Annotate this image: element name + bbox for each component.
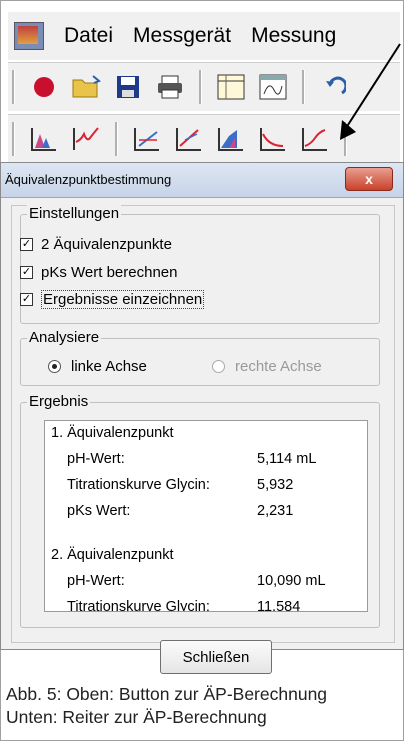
result-heading-2: 2. Äquivalenzpunkt (51, 547, 174, 563)
slope-button[interactable] (172, 122, 206, 156)
tangent-icon (134, 128, 159, 151)
record-button[interactable] (27, 70, 61, 104)
curve-chart-icon (73, 127, 99, 150)
analyze-legend: Analysiere (27, 329, 102, 346)
curve-chart-button[interactable] (69, 122, 103, 156)
slope-icon (176, 128, 201, 151)
checkbox-label: Ergebnisse einzeichnen (41, 290, 205, 309)
chart-view-button[interactable] (256, 70, 290, 104)
filled-chart-icon (218, 128, 243, 151)
dialog-title: Äquivalenzpunktbestimmung (5, 172, 172, 187)
record-icon (34, 77, 54, 97)
dialog-close-button[interactable]: x (345, 167, 393, 191)
result-value: 2,231 (257, 503, 294, 519)
settings-legend: Einstellungen (27, 205, 122, 222)
table-icon (217, 74, 245, 100)
printer-icon (158, 75, 182, 99)
save-icon (117, 76, 139, 98)
print-button[interactable] (153, 70, 187, 104)
result-label: pH-Wert: (67, 573, 125, 589)
menu-datei[interactable]: Datei (54, 24, 123, 48)
radio-unselected-icon[interactable] (212, 360, 225, 373)
result-label: Titrationskurve Glycin: (67, 477, 210, 493)
result-legend: Ergebnis (27, 393, 91, 410)
radio-left-axis[interactable]: linke Achse (48, 358, 147, 375)
chart-window-icon (259, 74, 287, 100)
folder-open-icon (72, 75, 101, 98)
toolbar-separator (12, 70, 15, 104)
radio-label: linke Achse (71, 358, 147, 375)
result-value: 5,932 (257, 477, 294, 493)
close-icon: x (365, 171, 373, 187)
toolbar-separator (199, 70, 202, 104)
open-button[interactable] (69, 70, 103, 104)
tangent-button[interactable] (130, 122, 164, 156)
result-value: 5,114 mL (257, 451, 317, 467)
checkbox-label: 2 Äquivalenzpunkte (41, 236, 172, 253)
checkbox-checked-icon[interactable]: ✓ (20, 293, 33, 306)
result-label: pH-Wert: (67, 451, 125, 467)
checkbox-checked-icon[interactable]: ✓ (20, 238, 33, 251)
menu-messgeraet[interactable]: Messgerät (123, 24, 241, 48)
checkbox-draw-results[interactable]: ✓ Ergebnisse einzeichnen (20, 290, 205, 309)
toolbar-separator (12, 122, 15, 156)
radio-label: rechte Achse (235, 358, 322, 375)
checkbox-two-equivalence-points[interactable]: ✓ 2 Äquivalenzpunkte (20, 236, 172, 253)
fill-chart-button[interactable] (214, 122, 248, 156)
result-value: 10,090 mL (257, 573, 326, 589)
result-heading-1: 1. Äquivalenzpunkt (51, 425, 174, 441)
result-textbox[interactable]: 1. Äquivalenzpunkt pH-Wert: 5,114 mL Tit… (44, 420, 368, 612)
dialog-titlebar[interactable]: Äquivalenzpunktbestimmung x (1, 163, 403, 198)
close-dialog-button[interactable]: Schließen (160, 640, 272, 674)
radio-right-axis[interactable]: rechte Achse (212, 358, 322, 375)
checkbox-checked-icon[interactable]: ✓ (20, 266, 33, 279)
result-value: 11,584 (257, 599, 301, 612)
baseline-icon (260, 128, 285, 151)
area-chart-icon (31, 128, 56, 151)
toolbar-separator (115, 122, 118, 156)
checkbox-pks-value[interactable]: ✓ pKs Wert berechnen (20, 264, 177, 281)
result-label: Titrationskurve Glycin: (67, 599, 210, 612)
pointer-arrow-icon (340, 43, 401, 140)
checkbox-label: pKs Wert berechnen (41, 264, 178, 281)
app-icon (14, 22, 44, 50)
baseline-button[interactable] (256, 122, 290, 156)
caption-line-2: Unten: Reiter zur ÄP-Berechnung (6, 707, 267, 727)
peak-chart-button[interactable] (27, 122, 61, 156)
table-view-button[interactable] (214, 70, 248, 104)
caption-line-1: Abb. 5: Oben: Button zur ÄP-Berechnung (6, 684, 328, 704)
radio-selected-icon[interactable] (48, 360, 61, 373)
save-button[interactable] (111, 70, 145, 104)
figure-caption: Abb. 5: Oben: Button zur ÄP-Berechnung U… (6, 683, 327, 729)
result-label: pKs Wert: (67, 503, 131, 519)
